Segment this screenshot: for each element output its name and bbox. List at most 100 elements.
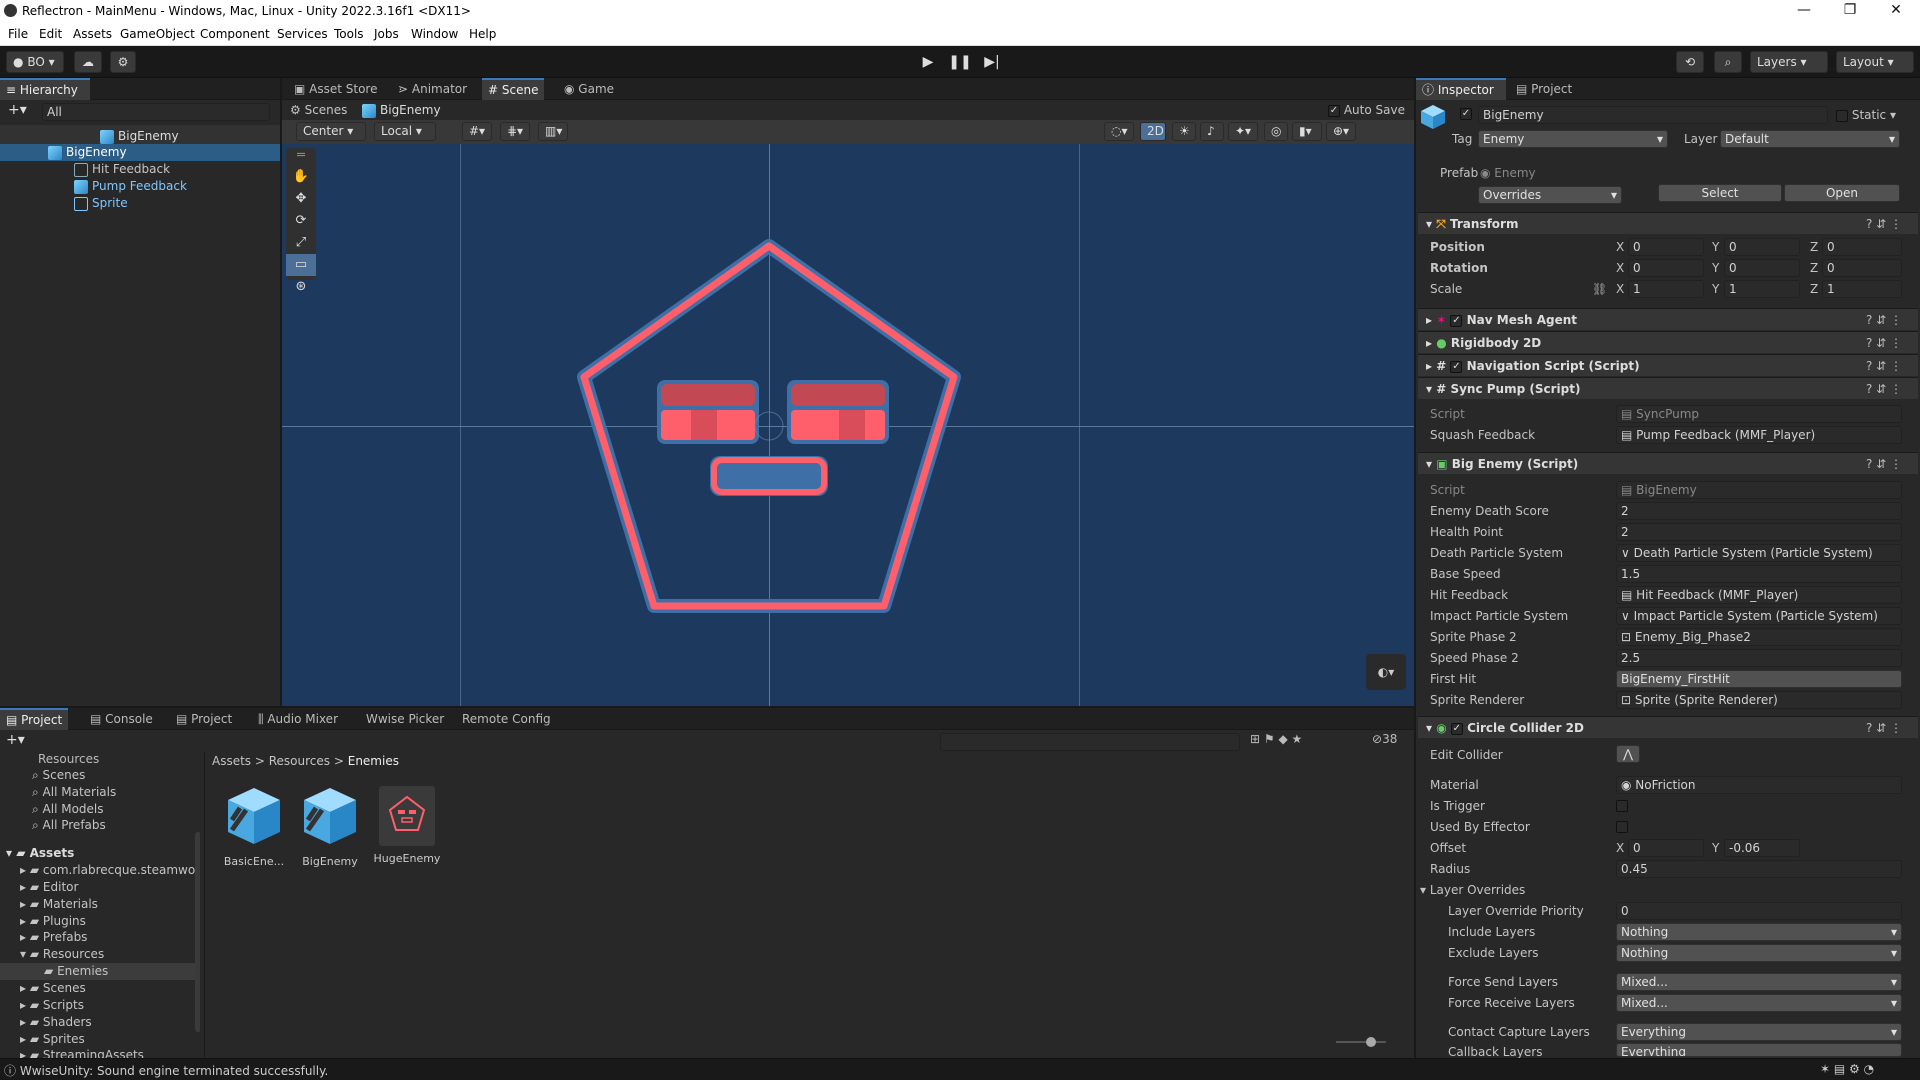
rotation-x-input[interactable]: 0 bbox=[1628, 259, 1704, 277]
exclude-layers-dropdown[interactable]: Nothing ▾ bbox=[1616, 944, 1902, 962]
field-hit-feedback[interactable]: ▤ Hit Feedback (MMF_Player) bbox=[1616, 586, 1902, 604]
rect-tool-icon[interactable]: ▭ bbox=[286, 254, 316, 276]
field-health-point[interactable]: 2 bbox=[1616, 523, 1902, 541]
rotate-tool-icon[interactable]: ⟳ bbox=[286, 210, 316, 232]
breadcrumb-object[interactable]: BigEnemy bbox=[362, 103, 441, 118]
transform-tool-icon[interactable]: ⊛ bbox=[286, 276, 316, 298]
tab-project[interactable]: ▤ Project bbox=[0, 708, 69, 730]
component-menu-icon[interactable]: ? ⇵ ⋮ bbox=[1866, 309, 1902, 331]
tab-scene[interactable]: # Scene bbox=[482, 78, 545, 100]
scale-x-input[interactable]: 1 bbox=[1628, 280, 1704, 298]
sync-pump-header[interactable]: ▾ # Sync Pump (Script)? ⇵ ⋮ bbox=[1418, 377, 1918, 399]
include-layers-dropdown[interactable]: Nothing ▾ bbox=[1616, 923, 1902, 941]
folder-resources[interactable]: ▾ ▰ Resources bbox=[20, 947, 104, 961]
rigidbody-2d-header[interactable]: ▸ ● Rigidbody 2D? ⇵ ⋮ bbox=[1418, 331, 1918, 353]
project-search-input[interactable] bbox=[940, 733, 1240, 751]
squash-feedback-field[interactable]: ▤ Pump Feedback (MMF_Player) bbox=[1616, 426, 1902, 444]
component-menu-icon[interactable]: ? ⇵ ⋮ bbox=[1866, 213, 1902, 235]
component-menu-icon[interactable]: ? ⇵ ⋮ bbox=[1866, 378, 1902, 400]
effects-icon[interactable]: ✦▾ bbox=[1228, 122, 1258, 141]
favorite-all-models[interactable]: ⌕ All Models bbox=[32, 802, 104, 817]
history-icon[interactable]: ⟲ bbox=[1676, 51, 1704, 73]
override-priority-input[interactable]: 0 bbox=[1616, 902, 1902, 920]
menu-help[interactable]: Help bbox=[469, 27, 496, 41]
pivot-handle[interactable] bbox=[754, 411, 784, 441]
scene-camera-icon[interactable]: ◐▾ bbox=[1366, 654, 1406, 690]
folder-editor[interactable]: ▸ ▰ Editor bbox=[20, 880, 78, 894]
folder-streamingassets[interactable]: ▸ ▰ StreamingAssets bbox=[20, 1048, 144, 1058]
favorite-resources[interactable]: Resources bbox=[38, 752, 99, 766]
favorite-all-materials[interactable]: ⌕ All Materials bbox=[32, 785, 116, 800]
offset-y-input[interactable]: -0.06 bbox=[1724, 839, 1800, 857]
component-menu-icon[interactable]: ? ⇵ ⋮ bbox=[1866, 332, 1902, 354]
prefab-select-button[interactable]: Select bbox=[1658, 184, 1782, 202]
nav-mesh-agent-header[interactable]: ▸ ✶ ✓ Nav Mesh Agent? ⇵ ⋮ bbox=[1418, 308, 1918, 330]
align-icon[interactable]: ▥▾ bbox=[538, 122, 568, 141]
status-icons[interactable]: ✶ ▤ ⚙ ◔ bbox=[1820, 1062, 1874, 1076]
zoom-slider[interactable] bbox=[1336, 1037, 1386, 1047]
rotation-z-input[interactable]: 0 bbox=[1822, 259, 1902, 277]
scale-z-input[interactable]: 1 bbox=[1822, 280, 1902, 298]
tree-scrollbar[interactable] bbox=[195, 832, 200, 1032]
field-death-particle-system[interactable]: ∨ Death Particle System (Particle System… bbox=[1616, 544, 1902, 562]
force-send-layers-dropdown[interactable]: Mixed... ▾ bbox=[1616, 973, 1902, 991]
play-button[interactable]: ▶ bbox=[916, 52, 940, 72]
asset-bigenemy[interactable]: BigEnemy bbox=[295, 786, 365, 868]
component-menu-icon[interactable]: ? ⇵ ⋮ bbox=[1866, 453, 1902, 475]
account-dropdown[interactable]: ● BO ▾ bbox=[6, 51, 64, 73]
active-checkbox[interactable]: ✓ bbox=[1460, 108, 1472, 120]
menu-gameobject[interactable]: GameObject bbox=[120, 27, 195, 41]
rotation-y-input[interactable]: 0 bbox=[1724, 259, 1800, 277]
tab-project-inspector[interactable]: ▤ Project bbox=[1510, 78, 1578, 100]
asset-basicenemy[interactable]: BasicEne... bbox=[219, 786, 289, 868]
snap-increment-icon[interactable]: ⋕▾ bbox=[500, 122, 530, 141]
folder-plugins[interactable]: ▸ ▰ Plugins bbox=[20, 914, 86, 928]
space-dropdown[interactable]: Local ▾ bbox=[374, 122, 436, 141]
hierarchy-item-sprite[interactable]: Sprite bbox=[74, 196, 128, 211]
field-speed-phase-2[interactable]: 2.5 bbox=[1616, 649, 1902, 667]
create-asset-icon[interactable]: +▾ bbox=[6, 732, 25, 748]
prefab-asset[interactable]: ◉ Enemy bbox=[1480, 166, 1536, 180]
radius-input[interactable]: 0.45 bbox=[1616, 860, 1902, 878]
component-enabled-checkbox[interactable]: ✓ bbox=[1450, 360, 1463, 373]
step-button[interactable]: ▶| bbox=[980, 52, 1004, 72]
tab-console[interactable]: ▤ Console bbox=[84, 708, 159, 730]
field-sprite-renderer[interactable]: ⊡ Sprite (Sprite Renderer) bbox=[1616, 691, 1902, 709]
hierarchy-item-hit-feedback[interactable]: Hit Feedback bbox=[74, 162, 170, 177]
search-icon[interactable]: ⌕ bbox=[1714, 51, 1742, 73]
breadcrumb-assets[interactable]: Assets bbox=[212, 754, 251, 768]
folder-sprites[interactable]: ▸ ▰ Sprites bbox=[20, 1032, 85, 1046]
draw-mode-icon[interactable]: ◌▾ bbox=[1104, 122, 1134, 141]
hierarchy-search-input[interactable]: All bbox=[42, 103, 270, 121]
menu-tools[interactable]: Tools bbox=[334, 27, 364, 41]
gizmos-icon[interactable]: ⊕▾ bbox=[1326, 122, 1356, 141]
folder-shaders[interactable]: ▸ ▰ Shaders bbox=[20, 1015, 92, 1029]
breadcrumb-scenes[interactable]: ⚙ Scenes bbox=[290, 103, 347, 117]
tab-inspector[interactable]: ⓘ Inspector bbox=[1416, 78, 1506, 100]
folder-steamworks[interactable]: ▸ ▰ com.rlabrecque.steamwor bbox=[20, 863, 200, 877]
assets-root[interactable]: ▾ ▰ Assets bbox=[6, 846, 74, 860]
hand-tool-icon[interactable]: ✋ bbox=[286, 166, 316, 188]
navigation-script-header[interactable]: ▸ # ✓ Navigation Script (Script)? ⇵ ⋮ bbox=[1418, 354, 1918, 376]
folder-scenes[interactable]: ▸ ▰ Scenes bbox=[20, 981, 86, 995]
offset-x-input[interactable]: 0 bbox=[1628, 839, 1704, 857]
component-enabled-checkbox[interactable]: ✓ bbox=[1450, 314, 1463, 327]
used-by-effector-checkbox[interactable] bbox=[1616, 821, 1628, 833]
tab-wwise-picker[interactable]: Wwise Picker bbox=[360, 708, 450, 730]
constrain-proportions-icon[interactable]: ⛓ bbox=[1592, 282, 1607, 296]
project-toolbar-icons[interactable]: ⊞ ⚑ ◆ ★ bbox=[1250, 732, 1302, 746]
favorite-all-prefabs[interactable]: ⌕ All Prefabs bbox=[32, 818, 106, 833]
close-button[interactable]: ✕ bbox=[1876, 2, 1916, 18]
status-message[interactable]: ⓘ WwiseUnity: Sound engine terminated su… bbox=[4, 1062, 328, 1079]
collab-icon[interactable]: ⚙ bbox=[110, 51, 136, 73]
field-impact-particle-system[interactable]: ∨ Impact Particle System (Particle Syste… bbox=[1616, 607, 1902, 625]
zoom-slider-thumb[interactable] bbox=[1366, 1037, 1376, 1047]
folder-materials[interactable]: ▸ ▰ Materials bbox=[20, 897, 98, 911]
tab-game[interactable]: ◉ Game bbox=[558, 78, 620, 100]
field-sprite-phase-2[interactable]: ⊡ Enemy_Big_Phase2 bbox=[1616, 628, 1902, 646]
lighting-icon[interactable]: ☀ bbox=[1172, 122, 1196, 141]
tab-project-2[interactable]: ▤ Project bbox=[170, 708, 238, 730]
visibility-icon[interactable]: ◎ bbox=[1264, 122, 1288, 141]
field-first-hit[interactable]: BigEnemy_FirstHit bbox=[1616, 670, 1902, 688]
breadcrumb-enemies[interactable]: Enemies bbox=[348, 754, 399, 768]
